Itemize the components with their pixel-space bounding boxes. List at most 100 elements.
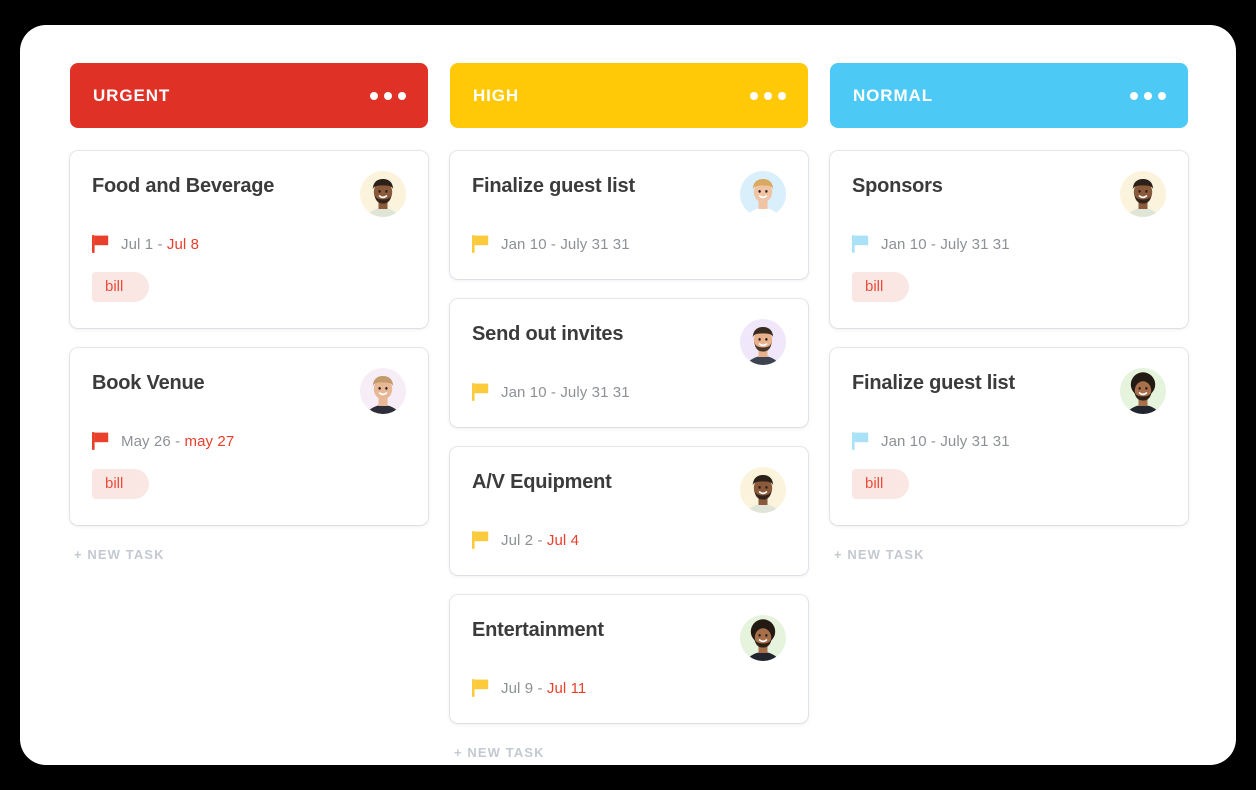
task-card-header: Finalize guest list [852,368,1166,414]
task-date-range: Jan 10 - July 31 31 [501,384,630,401]
avatar [360,368,406,414]
task-title[interactable]: Finalize guest list [852,370,1015,395]
dot [370,91,378,100]
new-task-button[interactable]: + NEW TASK [450,743,549,762]
task-date-separator: - [537,679,543,697]
column-header-normal[interactable]: NORMAL [830,63,1188,128]
task-title[interactable]: Food and Beverage [92,173,274,198]
avatar [1120,171,1166,217]
avatar [740,171,786,217]
kanban-column-normal: NORMAL Sponsors Jan 10 - July 31 31 bill Fin… [830,63,1188,564]
task-date-row[interactable]: Jan 10 - July 31 31 [852,235,1166,253]
column-header-urgent[interactable]: URGENT [70,63,428,128]
dot [1130,91,1138,100]
task-date-row[interactable]: Jan 10 - July 31 31 [852,432,1166,450]
task-title[interactable]: Send out invites [472,321,623,346]
avatar-illustration [1126,372,1160,414]
flag-icon [472,383,489,401]
kanban-column-high: HIGH Finalize guest list Jan 10 - July 31 … [450,63,808,762]
kanban-column-urgent: URGENT Food and Beverage Jul 1 - Jul 8 bill… [70,63,428,564]
task-tag[interactable]: bill [92,469,150,499]
task-date-row[interactable]: Jul 2 - Jul 4 [472,531,786,549]
avatar-illustration [746,475,780,513]
dot [764,91,772,100]
task-tag-row: bill [92,272,406,302]
task-title[interactable]: Sponsors [852,173,943,198]
flag-icon [472,235,489,253]
task-card[interactable]: Finalize guest list Jan 10 - July 31 31 [450,151,808,279]
task-card[interactable]: Book Venue May 26 - may 27 bill [70,348,428,525]
task-date-start: Jan 10 [501,383,547,401]
task-date-row[interactable]: Jan 10 - July 31 31 [472,383,786,401]
task-title[interactable]: Entertainment [472,617,604,642]
avatar-illustration [746,179,780,217]
task-date-separator: - [550,235,557,253]
task-date-start: Jul 2 [501,531,534,549]
task-card[interactable]: Food and Beverage Jul 1 - Jul 8 bill [70,151,428,328]
avatar-illustration [366,179,400,217]
dot [1158,91,1166,100]
task-card[interactable]: Finalize guest list Jan 10 - July 31 31 bi… [830,348,1188,525]
task-tag-row: bill [852,272,1166,302]
task-date-separator: - [175,432,181,450]
ellipsis-horizontal-icon[interactable] [370,91,406,100]
task-date-start: May 26 [121,432,171,450]
avatar [740,615,786,661]
task-date-range: Jan 10 - July 31 31 [881,433,1010,450]
column-header-high[interactable]: HIGH [450,63,808,128]
task-date-row[interactable]: May 26 - may 27 [92,432,406,450]
flag-icon [852,432,869,450]
flag-icon [852,235,869,253]
avatar-illustration [366,376,400,414]
column-title: NORMAL [853,85,933,105]
task-card-header: Send out invites [472,319,786,365]
flag-icon [92,235,109,253]
flag-icon [92,432,109,450]
task-card[interactable]: Entertainment Jul 9 - Jul 11 [450,595,808,723]
task-title[interactable]: Finalize guest list [472,173,635,198]
flag-icon [472,679,489,697]
column-title: URGENT [93,85,171,105]
task-title[interactable]: A/V Equipment [472,469,612,494]
avatar [360,171,406,217]
task-date-range: Jul 2 - Jul 4 [501,532,579,549]
task-card[interactable]: Send out invites Jan 10 - July 31 31 [450,299,808,427]
task-tag[interactable]: bill [852,272,910,302]
dot [750,91,758,100]
dot [384,91,392,100]
new-task-button[interactable]: + NEW TASK [830,545,929,564]
task-date-range: Jan 10 - July 31 31 [881,236,1010,253]
task-date-range: Jul 1 - Jul 8 [121,236,199,253]
task-card-header: Sponsors [852,171,1166,217]
avatar-illustration [1126,179,1160,217]
task-date-end: July 31 31 [940,432,1010,450]
task-date-end: Jul 11 [546,679,587,697]
task-date-end: July 31 31 [940,235,1010,253]
task-date-start: Jan 10 [501,235,547,253]
task-date-row[interactable]: Jul 9 - Jul 11 [472,679,786,697]
task-title[interactable]: Book Venue [92,370,205,395]
task-date-end: Jul 4 [546,531,580,549]
dot [1144,91,1152,100]
task-tag-row: bill [92,469,406,499]
task-date-range: May 26 - may 27 [121,433,234,450]
task-date-row[interactable]: Jan 10 - July 31 31 [472,235,786,253]
task-card[interactable]: Sponsors Jan 10 - July 31 31 bill [830,151,1188,328]
task-card-header: Book Venue [92,368,406,414]
dot [778,91,786,100]
task-date-row[interactable]: Jul 1 - Jul 8 [92,235,406,253]
task-date-range: Jan 10 - July 31 31 [501,236,630,253]
ellipsis-horizontal-icon[interactable] [1130,91,1166,100]
task-date-start: Jan 10 [881,235,927,253]
task-date-start: Jul 1 [121,235,154,253]
task-card[interactable]: A/V Equipment Jul 2 - Jul 4 [450,447,808,575]
new-task-button[interactable]: + NEW TASK [70,545,169,564]
task-date-end: Jul 8 [166,235,200,253]
column-title: HIGH [473,85,520,105]
task-tag[interactable]: bill [852,469,910,499]
task-tag[interactable]: bill [92,272,150,302]
ellipsis-horizontal-icon[interactable] [750,91,786,100]
task-card-header: Finalize guest list [472,171,786,217]
avatar-illustration [746,619,780,661]
avatar [1120,368,1166,414]
